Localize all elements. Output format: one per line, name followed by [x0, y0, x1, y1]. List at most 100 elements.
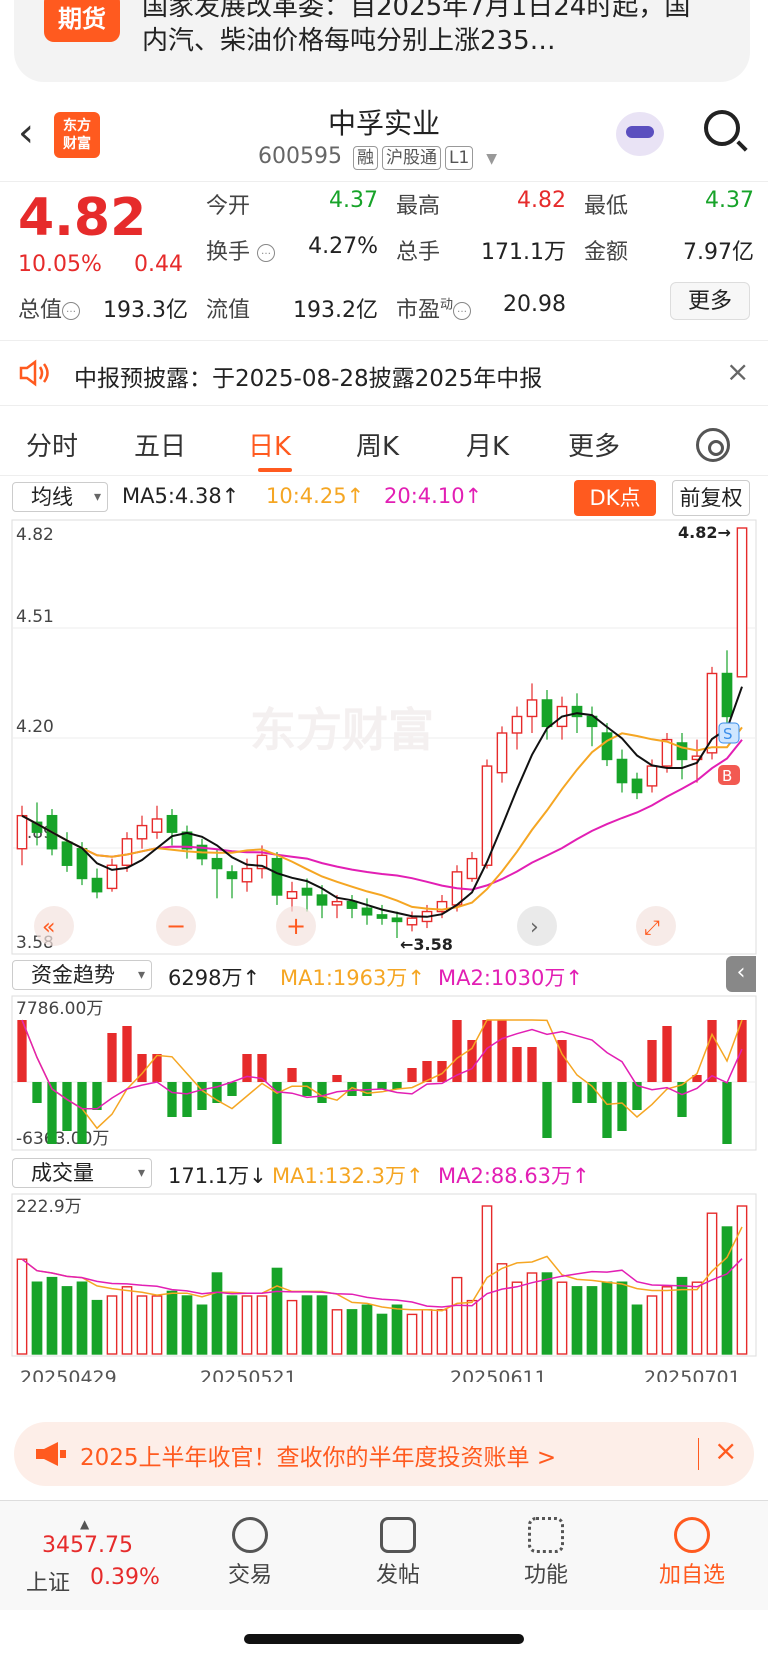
high-label: 最高 [396, 194, 441, 219]
news-banner[interactable]: 期货 国家发展改革委：自2025年7月1日24时起，国内汽、柴油价格每吨分别上涨… [14, 0, 750, 82]
flow-select[interactable]: 资金趋势 [12, 960, 152, 990]
volume-bar [226, 1295, 238, 1355]
volume-bar [196, 1304, 208, 1355]
volume-bar [376, 1313, 388, 1355]
tab-monthly-k[interactable]: 月K [466, 426, 509, 463]
candle-body [571, 705, 583, 718]
volume-bar [46, 1276, 58, 1355]
flow-bar [677, 1082, 687, 1117]
ma20-legend: 20:4.10↑ [384, 484, 483, 508]
percent-change: 10.05% [18, 252, 102, 277]
nav-functions[interactable]: 功能 [496, 1511, 596, 1589]
tab-daily-k[interactable]: 日K [248, 426, 291, 463]
volume-bar [541, 1272, 553, 1355]
volume-bar [436, 1309, 448, 1355]
high-value: 4.82 [517, 188, 566, 213]
flow-bar [317, 1082, 327, 1103]
ma5-legend: MA5:4.38↑ [122, 484, 240, 508]
volume-bar [346, 1309, 358, 1355]
volume-value: 171.1万↓ [168, 1164, 267, 1188]
minus-icon: − [166, 912, 186, 940]
tick-420: 4.20 [16, 717, 54, 737]
date-label: 20250701 [644, 1367, 741, 1382]
mcap-label: 总值… [18, 292, 81, 324]
high-marker: 4.82→ [678, 523, 731, 542]
watermark: 东方财富 [250, 703, 434, 757]
volume-bar [391, 1304, 403, 1355]
volume-bar [706, 1212, 718, 1355]
gear-icon[interactable] [696, 428, 730, 462]
volume-bar [211, 1272, 223, 1355]
info-icon[interactable]: … [453, 302, 472, 320]
adjust-button[interactable]: 前复权 [672, 480, 750, 516]
volume-bar [721, 1226, 733, 1355]
volume-bar [271, 1267, 283, 1355]
badge-connect: 沪股通 [381, 146, 441, 170]
index-percent[interactable]: 0.39% [90, 1565, 160, 1590]
volume-bar [691, 1281, 703, 1355]
indicator-select[interactable]: 均线 [12, 482, 108, 512]
volume-bar [406, 1313, 418, 1355]
close-icon[interactable]: × [726, 355, 749, 388]
candlestick-chart[interactable]: 东方财富 4.82 4.51 4.20 3.89 3.58 4.82→ ←3.5… [0, 518, 768, 958]
info-icon[interactable]: … [62, 302, 81, 320]
volume-bar [91, 1299, 103, 1355]
flow-bar [227, 1082, 237, 1096]
dk-point-button[interactable]: DK点 [574, 480, 656, 516]
volume-bar [586, 1286, 598, 1355]
more-button[interactable]: 更多 [670, 282, 750, 320]
info-icon[interactable]: … [257, 244, 276, 262]
flow-ma2: MA2:1030万↑ [438, 966, 583, 990]
volume-bar [601, 1281, 613, 1355]
index-value[interactable]: 3457.75 [42, 1533, 133, 1558]
flow-ma1: MA1:1963万↑ [280, 966, 425, 990]
flow-bar [377, 1082, 387, 1089]
tick-482: 4.82 [16, 525, 54, 545]
robot-avatar-icon[interactable] [616, 112, 664, 156]
volume-select[interactable]: 成交量 [12, 1158, 152, 1188]
volume-bar [181, 1295, 193, 1355]
volume-bar [481, 1205, 493, 1355]
flow-bar [32, 1082, 42, 1103]
pe-value: 20.98 [503, 292, 566, 317]
flow-bar [287, 1068, 297, 1082]
amount-value: 7.97亿 [683, 240, 754, 265]
candle-body [76, 848, 88, 880]
volume-label: 总手 [396, 240, 441, 265]
chevron-down-icon[interactable]: ▼ [486, 151, 497, 167]
promo-banner[interactable]: 2025上半年收官！查收你的半年度投资账单 > × [14, 1422, 754, 1486]
candle-body [496, 732, 508, 774]
mcap-label-text: 总值 [18, 298, 63, 323]
flow-bar [467, 1040, 477, 1082]
candle-body [376, 914, 388, 919]
notice-bar[interactable]: 中报预披露：于2025-08-28披露2025年中报 × [0, 340, 768, 406]
flow-bar [182, 1082, 192, 1117]
ma10-legend: 10:4.25↑ [266, 484, 365, 508]
buy-marker-label: B [722, 767, 732, 785]
badge-margin: 融 [352, 146, 378, 170]
tab-more[interactable]: 更多 [568, 426, 620, 463]
search-icon[interactable] [704, 110, 740, 146]
low-marker: ←3.58 [400, 935, 453, 954]
volume-bar [556, 1281, 568, 1355]
nav-post[interactable]: 发帖 [348, 1511, 448, 1589]
flow-bar [482, 1020, 492, 1082]
close-icon[interactable]: × [714, 1434, 737, 1467]
volume-bar [286, 1299, 298, 1355]
nav-add-watchlist[interactable]: 加自选 [642, 1511, 742, 1589]
volume-bar [106, 1295, 118, 1355]
speaker-icon [19, 359, 49, 387]
tab-intraday[interactable]: 分时 [26, 426, 78, 463]
candle-body [406, 917, 418, 926]
collapse-icon[interactable]: ‹ [726, 956, 756, 992]
last-price: 4.82 [18, 188, 147, 248]
tab-five-day[interactable]: 五日 [134, 426, 186, 463]
flow-bar [407, 1068, 417, 1082]
nav-trade[interactable]: 交易 [200, 1511, 300, 1589]
tab-weekly-k[interactable]: 周K [356, 426, 399, 463]
volume-bar [166, 1290, 178, 1355]
stock-header: ‹ 东方 财富 中孚实业 600595 融沪股通 L1 ▼ [0, 82, 768, 182]
plus-icon: + [286, 912, 306, 940]
index-name[interactable]: 上证 [26, 1565, 70, 1597]
candle-body [211, 857, 223, 870]
